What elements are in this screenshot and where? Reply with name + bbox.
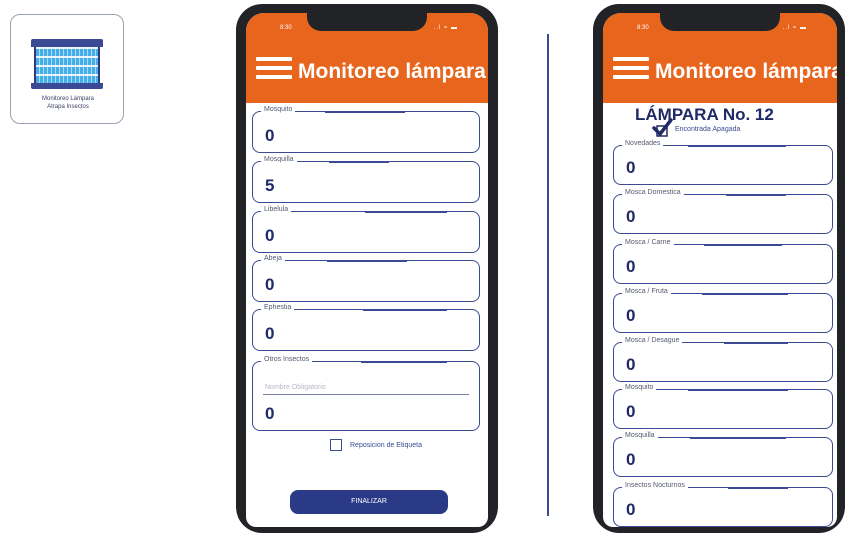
- vertical-divider: [547, 34, 549, 516]
- reposicion-label: Reposicion de Etiqueta: [350, 442, 422, 449]
- phone-right-screen: 8:30 ..l ≈ ▬ Monitoreo lámpara LÁMPARA N…: [603, 13, 837, 527]
- field-label: Mosquilla: [261, 156, 297, 163]
- field-value: 0: [265, 404, 275, 423]
- encontrada-apagada-label: Encontrada Apagada: [675, 126, 741, 133]
- field-value: 5: [265, 176, 275, 195]
- status-time: 8:30: [280, 25, 292, 31]
- field-mosca-fruta[interactable]: Mosca / Fruta 0: [613, 288, 833, 333]
- field-value: 0: [626, 158, 636, 177]
- field-value: 0: [265, 226, 275, 245]
- field-mosca-carne[interactable]: Mosca / Carne 0: [613, 239, 833, 284]
- app-tile-label: Monitoreo Lámpara Atrapa Insectos: [41, 96, 95, 110]
- field-label: Mosquito: [261, 106, 296, 113]
- field-mosquilla[interactable]: Mosquilla 0: [613, 432, 833, 477]
- field-label: Libelula: [261, 206, 292, 213]
- field-otros-insectos[interactable]: Otros Insectos Nombre Obligatorio 0: [252, 356, 480, 431]
- field-label: Mosca Domestica: [622, 189, 684, 196]
- field-insectos-nocturnos[interactable]: Insectos Nocturnos 0: [613, 482, 833, 527]
- field-label: Insectos Nocturnos: [622, 482, 688, 489]
- field-mosca-domestica[interactable]: Mosca Domestica 0: [613, 189, 833, 234]
- field-label: Mosquilla: [622, 432, 658, 439]
- field-value: 0: [626, 207, 636, 226]
- app-title: Monitoreo lámpara: [298, 60, 486, 83]
- field-libelula[interactable]: Libelula 0: [252, 206, 480, 253]
- input-underline: [263, 394, 469, 395]
- app-title: Monitoreo lámpara: [655, 60, 837, 83]
- field-label: Mosca / Carne: [622, 239, 674, 246]
- reposicion-checkbox[interactable]: [330, 439, 342, 451]
- field-value: 0: [626, 450, 636, 469]
- field-abeja[interactable]: Abeja 0: [252, 255, 480, 302]
- field-label: Novedades: [622, 140, 664, 147]
- field-novedades[interactable]: Novedades 0: [613, 140, 833, 185]
- field-label: Ephestia: [261, 304, 295, 311]
- phone-left: 8:30 ..l ≈ ▬ Monitoreo lámpara Mosquito …: [236, 4, 498, 533]
- field-ephestia[interactable]: Ephestia 0: [252, 304, 480, 351]
- finalizar-button[interactable]: FINALIZAR: [290, 490, 448, 514]
- field-label: Mosca / Fruta: [622, 288, 671, 295]
- field-label: Mosca / Desague: [622, 337, 683, 344]
- app-tile-monitoreo[interactable]: Monitoreo Lámpara Atrapa Insectos: [10, 14, 124, 124]
- hamburger-menu-icon[interactable]: [256, 57, 292, 79]
- field-value: 0: [265, 324, 275, 343]
- field-value: 0: [626, 402, 636, 421]
- otros-name-input[interactable]: Nombre Obligatorio: [265, 384, 326, 391]
- phone-left-screen: 8:30 ..l ≈ ▬ Monitoreo lámpara Mosquito …: [246, 13, 488, 527]
- phone-notch: [307, 13, 427, 31]
- field-value: 0: [626, 306, 636, 325]
- field-mosca-desague[interactable]: Mosca / Desague 0: [613, 337, 833, 382]
- checkmark-icon[interactable]: [651, 118, 673, 138]
- field-mosquito[interactable]: Mosquito 0: [613, 384, 833, 429]
- insect-lamp-icon: [31, 39, 103, 89]
- field-label: Otros Insectos: [261, 356, 313, 363]
- field-mosquilla[interactable]: Mosquilla 5: [252, 156, 480, 203]
- field-mosquito[interactable]: Mosquito 0: [252, 106, 480, 153]
- field-value: 0: [265, 275, 275, 294]
- field-value: 0: [626, 257, 636, 276]
- field-label: Mosquito: [622, 384, 657, 391]
- status-icons: ..l ≈ ▬: [433, 25, 458, 31]
- field-label: Abeja: [261, 255, 285, 262]
- field-value: 0: [626, 355, 636, 374]
- hamburger-menu-icon[interactable]: [613, 57, 649, 79]
- phone-right: 8:30 ..l ≈ ▬ Monitoreo lámpara LÁMPARA N…: [593, 4, 845, 533]
- field-value: 0: [265, 126, 275, 145]
- status-time: 8:30: [637, 25, 649, 31]
- phone-notch: [660, 13, 780, 31]
- status-icons: ..l ≈ ▬: [782, 25, 807, 31]
- field-value: 0: [626, 500, 636, 519]
